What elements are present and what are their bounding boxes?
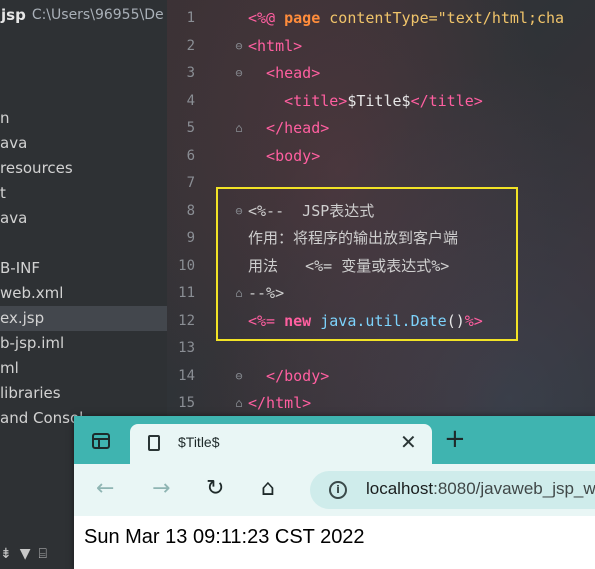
code-token: </head> bbox=[248, 119, 330, 137]
tab-actions-icon[interactable] bbox=[92, 433, 110, 449]
highlight-box bbox=[216, 187, 518, 341]
url-text[interactable]: localhost:8080/javaweb_jsp_wa bbox=[366, 479, 595, 499]
code-line[interactable]: <%@ page contentType="text/html;cha bbox=[248, 5, 564, 33]
line-number: 14 bbox=[178, 367, 195, 384]
code-token: <title> bbox=[248, 91, 348, 110]
tree-item[interactable]: n bbox=[0, 106, 167, 131]
tree-item[interactable]: ava bbox=[0, 131, 167, 156]
fold-icon[interactable]: ⌂ bbox=[233, 115, 245, 143]
code-token: <head> bbox=[248, 64, 321, 82]
code-line[interactable]: <html> bbox=[248, 33, 302, 61]
project-header: jsp C:\Users\96955\De bbox=[0, 0, 167, 30]
code-line[interactable]: </body> bbox=[248, 363, 329, 391]
tree-item[interactable]: B-INF bbox=[0, 256, 167, 281]
code-token: page bbox=[284, 9, 330, 27]
code-token: contentType= bbox=[329, 9, 438, 27]
code-token: </html> bbox=[248, 394, 312, 412]
tree-item[interactable]: b-jsp.iml bbox=[0, 331, 167, 356]
line-number: 13 bbox=[178, 340, 195, 356]
line-number: 6 bbox=[186, 147, 195, 164]
line-number: 15 bbox=[178, 395, 195, 411]
tab-title: $Title$ bbox=[178, 434, 220, 450]
code-token: </body> bbox=[248, 366, 330, 385]
code-line[interactable]: </html> bbox=[248, 390, 311, 418]
tree-item[interactable]: t bbox=[0, 181, 167, 206]
tree-item[interactable] bbox=[0, 231, 167, 256]
url-host: localhost bbox=[366, 479, 434, 498]
line-number: 4 bbox=[186, 92, 195, 109]
line-number: 1 bbox=[186, 10, 195, 26]
fold-icon[interactable]: ⊖ bbox=[233, 33, 245, 61]
tree-item[interactable]: resources bbox=[0, 156, 167, 181]
code-token: <%@ bbox=[248, 9, 285, 27]
page-output-text: Sun Mar 13 09:11:23 CST 2022 bbox=[84, 526, 365, 548]
code-token: </title> bbox=[410, 91, 483, 110]
tree-item[interactable]: ex.jsp bbox=[0, 306, 167, 331]
url-path: :8080/javaweb_jsp_wa bbox=[433, 479, 595, 498]
code-token: "text/html;cha bbox=[437, 9, 565, 27]
close-tab-icon[interactable]: ✕ bbox=[400, 430, 417, 454]
line-number: 9 bbox=[186, 230, 195, 246]
project-name[interactable]: jsp bbox=[1, 6, 26, 24]
new-tab-icon[interactable]: + bbox=[444, 426, 466, 452]
project-path: C:\Users\96955\De bbox=[31, 7, 164, 23]
code-line[interactable]: </head> bbox=[248, 115, 329, 143]
line-number: 5 bbox=[186, 120, 195, 136]
address-bar[interactable]: i localhost:8080/javaweb_jsp_wa bbox=[310, 471, 595, 509]
fold-icon[interactable]: ⌂ bbox=[233, 390, 245, 418]
line-number: 12 bbox=[178, 312, 195, 329]
options-icon[interactable]: ⌸ bbox=[39, 546, 47, 562]
line-number: 10 bbox=[178, 257, 195, 274]
fold-icon[interactable]: ⊖ bbox=[233, 60, 245, 88]
line-number: 2 bbox=[186, 37, 195, 54]
home-icon[interactable]: ⌂ bbox=[261, 476, 275, 502]
browser-window: $Title$ ✕ + ← → ↻ ⌂ i localhost:8080/jav… bbox=[74, 416, 595, 569]
tree-item[interactable]: ml bbox=[0, 356, 167, 381]
code-token: <body> bbox=[248, 146, 321, 165]
back-icon[interactable]: ← bbox=[96, 476, 114, 502]
code-token: $Title$ bbox=[347, 91, 411, 110]
tree-item[interactable]: ava bbox=[0, 206, 167, 231]
tree-item[interactable]: libraries bbox=[0, 381, 167, 406]
tab-strip: $Title$ ✕ + bbox=[74, 416, 595, 464]
navigation-bar: ← → ↻ ⌂ i localhost:8080/javaweb_jsp_wa bbox=[74, 464, 595, 516]
code-line[interactable]: <body> bbox=[248, 143, 320, 171]
page-content: Sun Mar 13 09:11:23 CST 2022 bbox=[74, 516, 595, 569]
forward-icon[interactable]: → bbox=[152, 476, 170, 502]
tree-item[interactable]: web.xml bbox=[0, 281, 167, 306]
browser-tab[interactable]: $Title$ ✕ bbox=[130, 424, 432, 464]
line-number: 3 bbox=[186, 65, 195, 81]
page-icon bbox=[148, 435, 160, 451]
info-icon[interactable]: i bbox=[329, 481, 347, 499]
filter-icon[interactable]: ▼ bbox=[20, 546, 31, 562]
code-line[interactable]: <head> bbox=[248, 60, 320, 88]
line-number: 11 bbox=[178, 285, 195, 301]
reload-icon[interactable]: ↻ bbox=[206, 476, 224, 502]
line-number: 7 bbox=[186, 175, 195, 191]
line-number: 8 bbox=[186, 202, 195, 219]
collapse-icon[interactable]: ⇟ bbox=[0, 546, 12, 562]
code-token: <html> bbox=[248, 36, 303, 55]
code-line[interactable]: <title>$Title$</title> bbox=[248, 88, 483, 116]
fold-icon[interactable]: ⊖ bbox=[233, 363, 245, 391]
